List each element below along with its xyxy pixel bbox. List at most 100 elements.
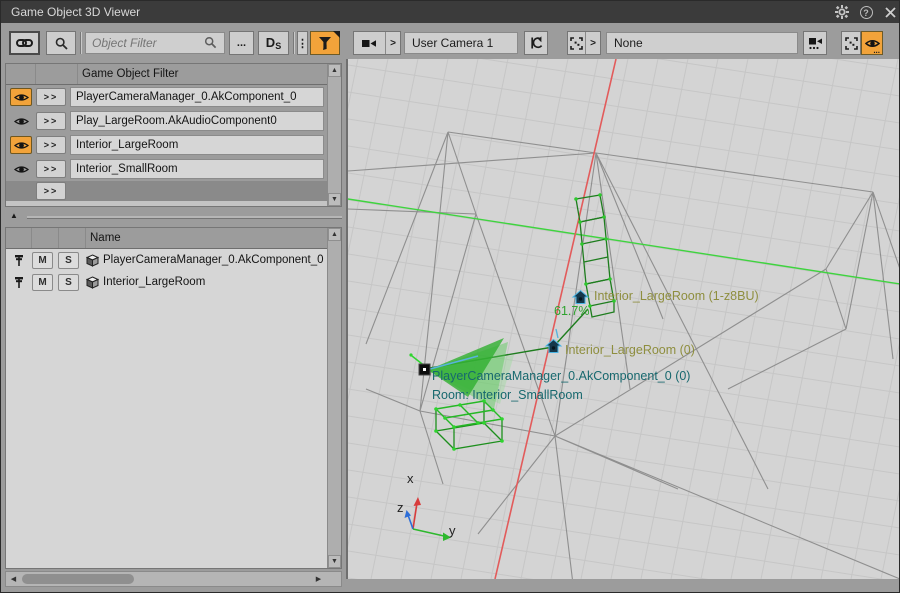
solo-button[interactable]: S — [58, 252, 79, 269]
menu-corner-indicator — [333, 31, 340, 38]
filter-name-cell[interactable]: Interior_SmallRoom — [70, 159, 324, 179]
name-table-vscrollbar[interactable]: ▲ ▼ — [327, 228, 341, 568]
expand-button[interactable]: >> — [36, 182, 66, 200]
link-view-button[interactable] — [9, 31, 40, 55]
scroll-down-button[interactable]: ▼ — [328, 555, 341, 568]
camera-follow-icon — [808, 37, 823, 50]
eye-icon — [14, 140, 29, 151]
game-object-cube-icon — [86, 276, 99, 289]
follow-object-select[interactable]: None — [606, 32, 798, 54]
filter-table-header-label: Game Object Filter — [78, 64, 327, 84]
room-geometry-wireframe — [348, 132, 900, 579]
pin-icon[interactable] — [6, 254, 32, 267]
watched-object-name: PlayerCameraManager_0.AkComponent_0 — [103, 254, 326, 266]
follow-camera-button[interactable] — [803, 31, 827, 55]
filter-funnel-icon — [318, 36, 333, 50]
portal-axis-tick — [556, 329, 558, 338]
3d-viewport[interactable]: Interior_LargeRoom (1-z8BU) 61.7% Interi… — [346, 59, 900, 579]
hscroll-thumb[interactable] — [22, 574, 134, 584]
toolbar-separator — [293, 32, 294, 54]
help-icon: ? — [860, 6, 873, 19]
kebab-icon: ⋮ — [297, 37, 308, 50]
camera-mode-button[interactable]: > — [353, 31, 401, 55]
filter-table-header: Game Object Filter — [6, 64, 341, 85]
filter-row[interactable]: >> Interior_LargeRoom — [6, 133, 341, 157]
filter-name-cell[interactable]: Interior_LargeRoom — [70, 135, 324, 155]
name-table-header: Name — [6, 228, 341, 249]
game-object-3d-viewer-window: Game Object 3D Viewer ? ... DS ⋮ — [0, 0, 900, 593]
visibility-options-toggle[interactable]: ... — [861, 31, 883, 55]
search-icon — [55, 37, 68, 50]
scroll-up-button[interactable]: ▲ — [328, 228, 341, 241]
watched-object-row[interactable]: M S Interior_LargeRoom — [6, 271, 341, 293]
eye-icon — [14, 92, 29, 103]
toolbar-separator — [80, 32, 81, 54]
filter-table-vscrollbar[interactable]: ▲ ▼ — [327, 64, 341, 206]
ds-icon: DS — [266, 35, 281, 51]
scroll-down-button[interactable]: ▼ — [328, 193, 341, 206]
help-button[interactable]: ? — [858, 4, 874, 20]
scroll-right-button[interactable]: ▶ — [312, 573, 325, 585]
watched-objects-table: Name M S PlayerCameraManager_0.AkCompone… — [5, 227, 342, 569]
expand-button[interactable]: >> — [36, 112, 66, 130]
filter-name-cell[interactable]: PlayerCameraManager_0.AkComponent_0 — [70, 87, 324, 107]
frame-object-dropdown[interactable]: > — [585, 32, 600, 54]
game-object-cube-icon — [86, 254, 99, 267]
frame-object-button[interactable]: > — [567, 31, 601, 55]
world-axis-green-line — [348, 199, 900, 284]
scroll-left-button[interactable]: ◀ — [7, 573, 20, 585]
settings-gear-icon[interactable] — [834, 4, 850, 20]
splitter-collapse-icon[interactable]: ▲ — [10, 211, 18, 220]
solo-button[interactable]: S — [58, 274, 79, 291]
watch-eye-toggle[interactable] — [10, 112, 32, 130]
mute-button[interactable]: M — [32, 252, 53, 269]
name-table-hscrollbar[interactable]: ◀ ▶ — [5, 571, 342, 587]
watch-eye-toggle[interactable] — [10, 136, 32, 154]
game-object-filter-toggle[interactable] — [310, 31, 340, 55]
watched-object-name: Interior_LargeRoom — [103, 276, 326, 288]
camera-select[interactable]: User Camera 1 — [404, 32, 518, 54]
mute-button[interactable]: M — [32, 274, 53, 291]
window-title: Game Object 3D Viewer — [11, 1, 140, 23]
expand-button[interactable]: >> — [36, 160, 66, 178]
search-button[interactable] — [46, 31, 76, 55]
filter-add-row[interactable]: >> — [6, 181, 341, 201]
name-column-header: Name — [86, 228, 327, 248]
filter-search-icon — [204, 36, 217, 54]
watch-eye-toggle[interactable] — [10, 88, 32, 106]
eye-icon — [14, 116, 29, 127]
filter-row[interactable]: >> Play_LargeRoom.AkAudioComponent0 — [6, 109, 341, 133]
camera-mode-dropdown[interactable]: > — [385, 32, 400, 54]
gear-icon — [835, 5, 849, 19]
scroll-up-button[interactable]: ▲ — [328, 64, 341, 77]
game-object-filter-table: Game Object Filter >> PlayerCameraManage… — [5, 63, 342, 207]
frame-all-button[interactable] — [841, 31, 861, 55]
eye-more-indicator: ... — [873, 48, 880, 53]
pin-icon[interactable] — [6, 276, 32, 289]
expand-button[interactable]: >> — [36, 88, 66, 106]
3d-scene[interactable] — [348, 59, 900, 579]
close-button[interactable] — [882, 4, 898, 20]
selection-frame-icon — [845, 37, 858, 50]
camera-icon — [354, 38, 385, 49]
close-icon — [885, 7, 896, 18]
titlebar: Game Object 3D Viewer ? — [1, 1, 899, 23]
expand-button[interactable]: >> — [36, 136, 66, 154]
reset-camera-button[interactable] — [524, 31, 548, 55]
axis-gizmo — [405, 497, 452, 541]
panel-splitter[interactable]: ▲ — [5, 207, 342, 227]
reset-icon — [529, 36, 544, 50]
listener-marker — [419, 364, 430, 375]
more-options-button[interactable]: ... — [229, 31, 254, 55]
overflow-menu-button[interactable]: ⋮ — [297, 31, 308, 55]
filter-row[interactable]: >> PlayerCameraManager_0.AkComponent_0 — [6, 85, 341, 109]
watch-eye-toggle[interactable] — [10, 160, 32, 178]
floor-grid — [348, 59, 900, 579]
link-icon — [16, 37, 33, 49]
filter-name-cell[interactable]: Play_LargeRoom.AkAudioComponent0 — [70, 111, 324, 131]
display-settings-button[interactable]: DS — [258, 31, 289, 55]
eye-icon — [14, 164, 29, 175]
selection-frame-icon — [568, 37, 585, 50]
watched-object-row[interactable]: M S PlayerCameraManager_0.AkComponent_0 — [6, 249, 341, 271]
filter-row[interactable]: >> Interior_SmallRoom — [6, 157, 341, 181]
